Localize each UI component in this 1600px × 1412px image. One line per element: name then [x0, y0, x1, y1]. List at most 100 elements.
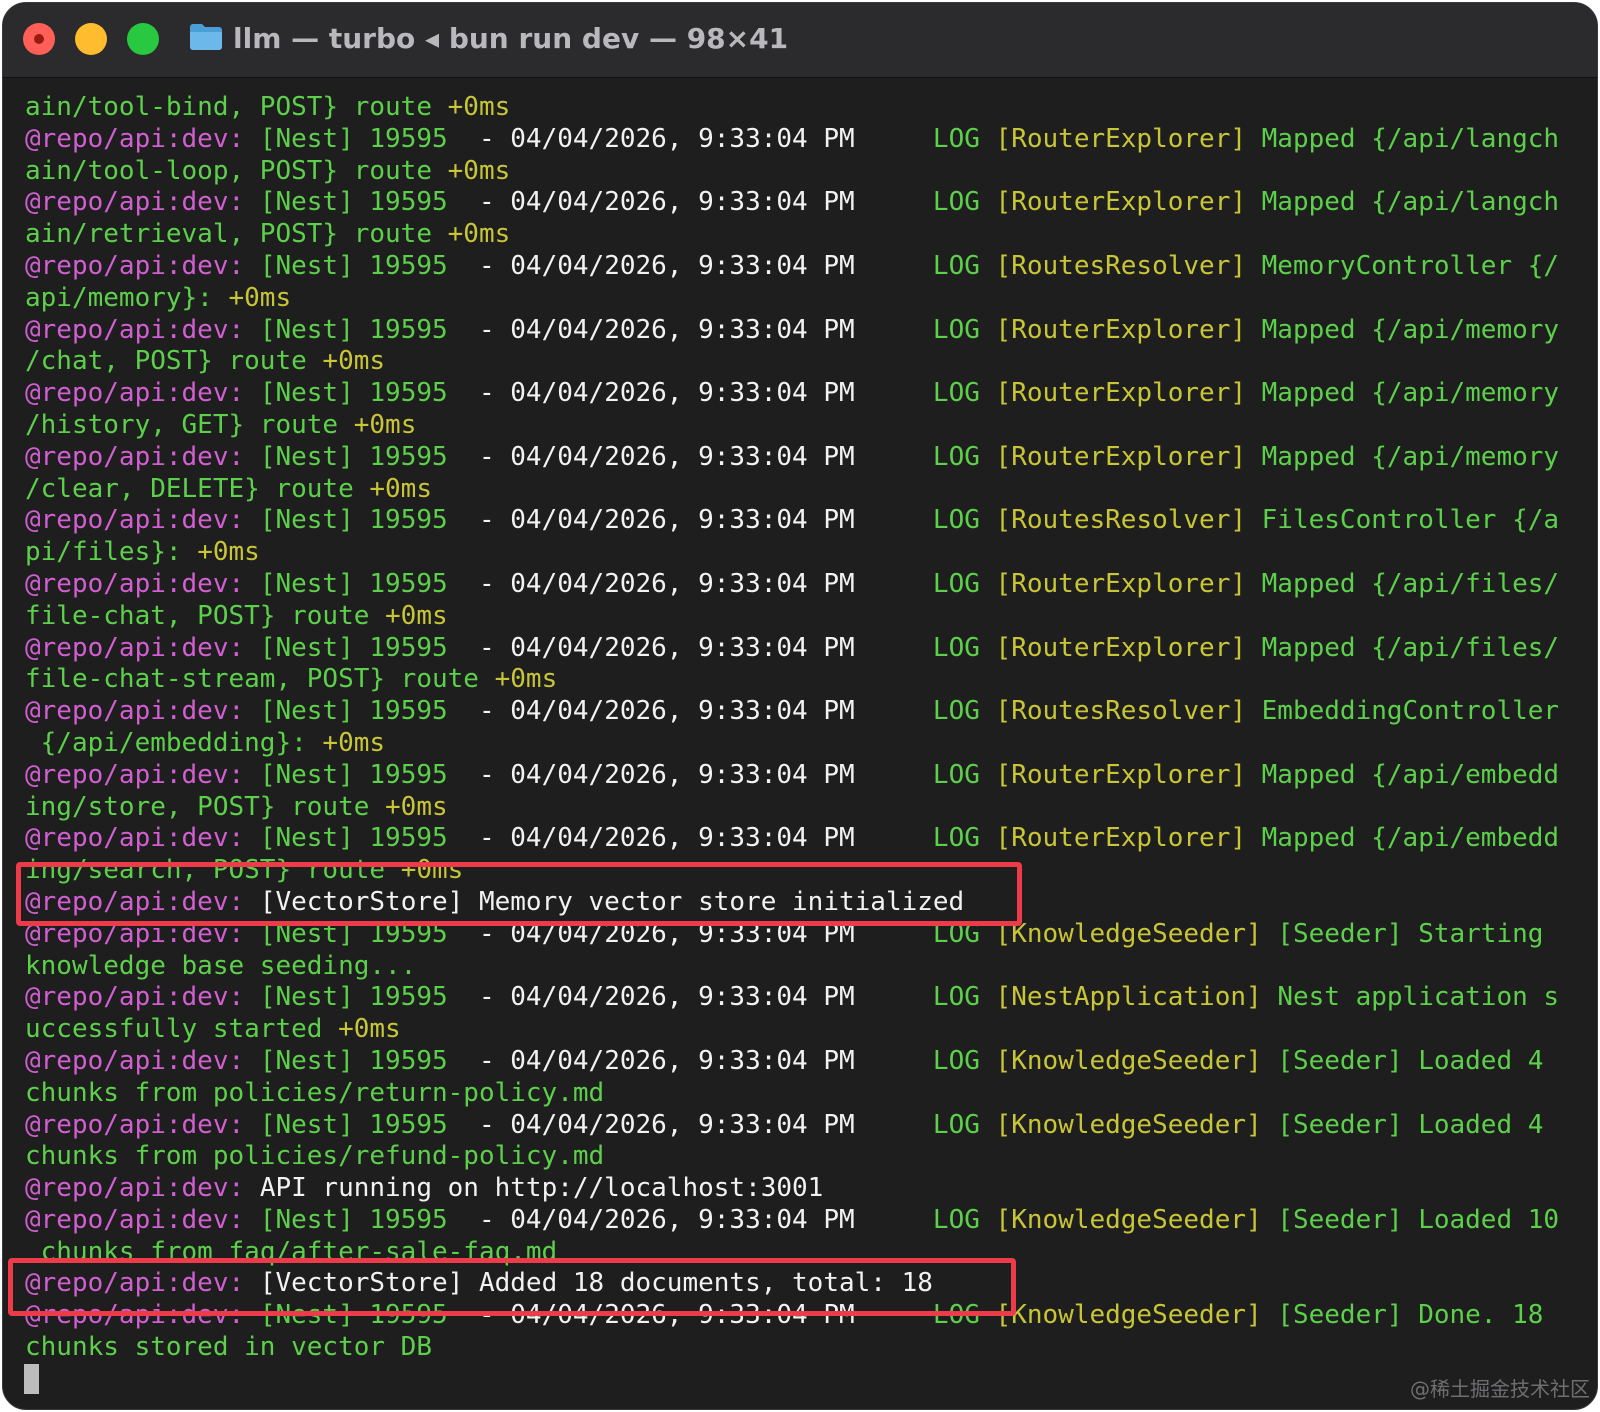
log-segment: [RouterExplorer]: [995, 378, 1262, 409]
log-segment: LOG: [854, 1109, 996, 1140]
log-segment: [KnowledgeSeeder]: [995, 918, 1278, 949]
log-segment: API running on http://localhost:3001: [259, 1173, 824, 1204]
terminal-line: @repo/api:dev: [Nest] 19595 - 04/04/2026…: [25, 633, 1585, 665]
log-segment: Mapped {/api/files/: [1261, 568, 1560, 599]
log-segment: Nest application s: [1277, 982, 1560, 1013]
log-segment: chunks from policies/return-policy.md: [25, 1077, 605, 1108]
log-segment: [RouterExplorer]: [995, 441, 1262, 472]
log-segment: [Nest] 19595: [259, 187, 479, 218]
log-segment: @repo/api:dev:: [25, 696, 260, 727]
log-segment: [Seeder] Starting: [1277, 918, 1544, 949]
log-segment: [RoutesResolver]: [995, 696, 1262, 727]
log-segment: LOG: [854, 441, 996, 472]
log-segment: +0ms: [369, 473, 432, 504]
log-segment: LOG: [854, 632, 996, 663]
terminal-line: @repo/api:dev: [Nest] 19595 - 04/04/2026…: [25, 315, 1585, 347]
log-segment: [RouterExplorer]: [995, 123, 1262, 154]
terminal-line: file-chat, POST} route +0ms: [25, 601, 1585, 633]
terminal-line: pi/files}: +0ms: [25, 537, 1585, 569]
terminal-line: /clear, DELETE} route +0ms: [25, 474, 1585, 506]
terminal-line: @repo/api:dev: [Nest] 19595 - 04/04/2026…: [25, 569, 1585, 601]
terminal-line: chunks stored in vector DB: [25, 1332, 1585, 1364]
terminal-window: llm — turbo ◂ bun run dev — 98×41 ain/to…: [2, 2, 1598, 1410]
log-segment: /clear, DELETE} route: [25, 473, 370, 504]
log-segment: [Nest] 19595: [259, 568, 479, 599]
log-segment: - 04/04/2026, 9:33:04 PM: [478, 1045, 855, 1076]
log-segment: knowledge base seeding...: [25, 950, 417, 981]
log-segment: file-chat-stream, POST} route: [25, 664, 495, 695]
log-segment: +0ms: [353, 409, 417, 440]
log-segment: [Seeder] Done. 18: [1277, 1300, 1544, 1331]
log-segment: [Nest] 19595: [259, 982, 479, 1013]
log-segment: - 04/04/2026, 9:33:04 PM: [478, 1204, 855, 1235]
close-button[interactable]: [23, 23, 55, 55]
log-segment: +0ms: [494, 664, 558, 695]
log-segment: @repo/api:dev:: [25, 1109, 260, 1140]
log-segment: - 04/04/2026, 9:33:04 PM: [478, 1109, 855, 1140]
terminal-line: /chat, POST} route +0ms: [25, 346, 1585, 378]
log-segment: - 04/04/2026, 9:33:04 PM: [478, 568, 855, 599]
folder-icon: [190, 24, 222, 50]
log-segment: Mapped {/api/files/: [1261, 632, 1560, 663]
log-segment: [RouterExplorer]: [995, 759, 1262, 790]
log-segment: LOG: [854, 982, 996, 1013]
watermark: @稀土掘金技术社区: [1410, 1377, 1590, 1401]
terminal-line: api/memory}: +0ms: [25, 283, 1585, 315]
log-segment: - 04/04/2026, 9:33:04 PM: [478, 441, 855, 472]
log-segment: +0ms: [322, 727, 386, 758]
log-segment: LOG: [854, 378, 996, 409]
terminal-line: chunks from policies/refund-policy.md: [25, 1141, 1585, 1173]
terminal-line: ain/tool-bind, POST} route +0ms: [25, 92, 1585, 124]
log-segment: [Nest] 19595: [259, 123, 479, 154]
log-segment: [Seeder] Loaded 4: [1277, 1045, 1544, 1076]
log-segment: @repo/api:dev:: [25, 1045, 260, 1076]
title-bar[interactable]: llm — turbo ◂ bun run dev — 98×41: [3, 3, 1597, 78]
log-segment: +0ms: [385, 600, 448, 631]
log-segment: {/api/embedding}:: [25, 727, 323, 758]
log-segment: @repo/api:dev:: [25, 378, 260, 409]
log-segment: @repo/api:dev:: [25, 982, 260, 1013]
log-segment: +0ms: [338, 1014, 401, 1045]
log-segment: +0ms: [385, 791, 448, 822]
log-segment: Mapped {/api/memory: [1261, 378, 1560, 409]
terminal-line: @repo/api:dev: [Nest] 19595 - 04/04/2026…: [25, 1110, 1585, 1142]
log-segment: LOG: [854, 505, 996, 536]
log-segment: LOG: [854, 1045, 996, 1076]
log-segment: [RoutesResolver]: [995, 505, 1262, 536]
maximize-button[interactable]: [127, 23, 159, 55]
log-segment: [Nest] 19595: [259, 505, 479, 536]
log-segment: - 04/04/2026, 9:33:04 PM: [478, 823, 855, 854]
terminal-line: @repo/api:dev: [Nest] 19595 - 04/04/2026…: [25, 1046, 1585, 1078]
log-segment: Mapped {/api/embedd: [1261, 823, 1560, 854]
log-segment: /chat, POST} route: [25, 346, 323, 377]
terminal-line: chunks from policies/return-policy.md: [25, 1078, 1585, 1110]
log-segment: Mapped {/api/langch: [1261, 123, 1560, 154]
log-segment: [KnowledgeSeeder]: [995, 1109, 1278, 1140]
terminal-line: /history, GET} route +0ms: [25, 410, 1585, 442]
terminal-line: @repo/api:dev: [Nest] 19595 - 04/04/2026…: [25, 760, 1585, 792]
minimize-button[interactable]: [75, 23, 107, 55]
log-segment: Mapped {/api/memory: [1261, 314, 1560, 345]
log-segment: chunks stored in vector DB: [25, 1332, 432, 1363]
log-segment: MemoryController {/: [1261, 250, 1560, 281]
log-segment: ain/tool-bind, POST} route: [25, 92, 448, 122]
log-segment: [KnowledgeSeeder]: [995, 1045, 1278, 1076]
log-segment: LOG: [854, 823, 996, 854]
log-segment: /history, GET} route: [25, 409, 354, 440]
terminal-line: knowledge base seeding...: [25, 951, 1585, 983]
log-segment: @repo/api:dev:: [25, 823, 260, 854]
log-segment: - 04/04/2026, 9:33:04 PM: [478, 759, 855, 790]
log-segment: LOG: [854, 696, 996, 727]
highlight-box-vectorstore-init: [16, 862, 1022, 926]
log-segment: LOG: [854, 250, 996, 281]
log-segment: +0ms: [228, 282, 292, 313]
log-segment: [Nest] 19595: [259, 441, 479, 472]
log-segment: [RouterExplorer]: [995, 187, 1262, 218]
log-segment: [Seeder] Loaded 10: [1277, 1204, 1560, 1235]
log-segment: ain/retrieval, POST} route: [25, 219, 448, 250]
log-segment: FilesController {/a: [1261, 505, 1560, 536]
log-segment: [Nest] 19595: [259, 314, 479, 345]
terminal-output[interactable]: ain/tool-bind, POST} route +0ms @repo/api…: [25, 92, 1585, 1364]
log-segment: - 04/04/2026, 9:33:04 PM: [478, 187, 855, 218]
log-segment: EmbeddingController: [1261, 696, 1560, 727]
